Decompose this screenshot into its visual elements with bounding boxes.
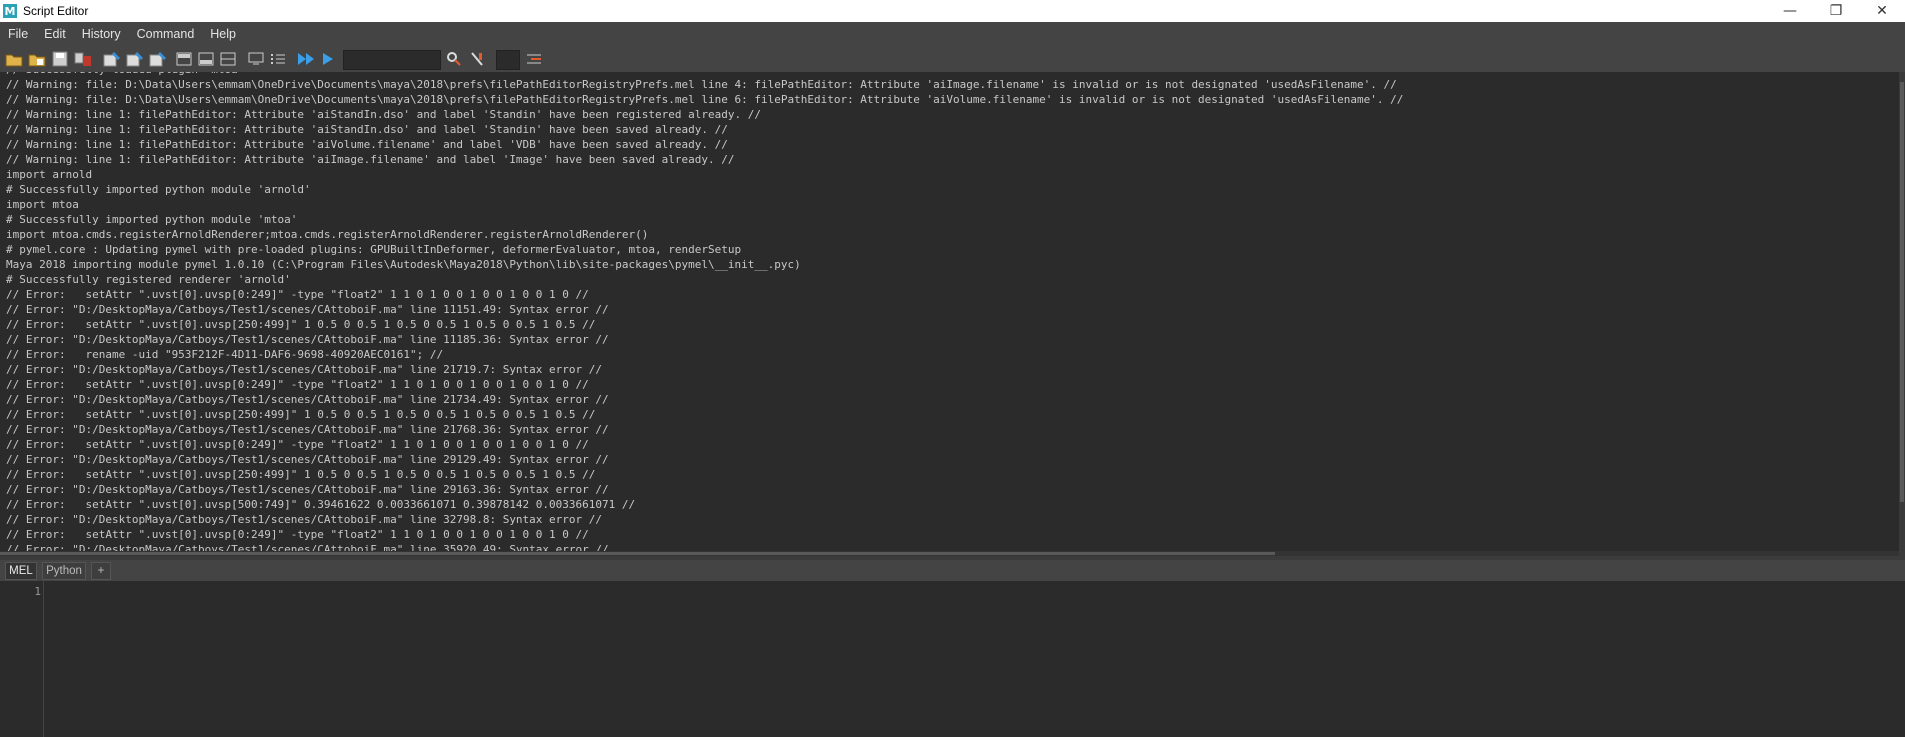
- show-both-icon[interactable]: [218, 49, 238, 69]
- history-line: // Error: setAttr ".uvst[0].uvsp[0:249]"…: [6, 288, 589, 301]
- line-number-gutter: 1: [0, 581, 44, 737]
- tab-python[interactable]: Python: [42, 562, 86, 580]
- save-script-icon[interactable]: [50, 49, 70, 69]
- menu-file[interactable]: File: [0, 22, 36, 46]
- window-controls: — ❐ ✕: [1767, 0, 1905, 22]
- window-title: Script Editor: [23, 4, 89, 18]
- execute-icon[interactable]: [318, 49, 338, 69]
- close-button[interactable]: ✕: [1859, 0, 1905, 22]
- history-line: // Error: "D:/DesktopMaya/Catboys/Test1/…: [6, 393, 609, 406]
- line-numbers-icon[interactable]: [268, 49, 288, 69]
- search-field[interactable]: [343, 50, 441, 70]
- line-number: 1: [34, 585, 41, 598]
- tab-mel[interactable]: MEL: [5, 562, 37, 580]
- clear-history-icon[interactable]: [102, 49, 122, 69]
- maya-logo-icon: M: [3, 4, 17, 18]
- minimize-button[interactable]: —: [1767, 0, 1813, 22]
- goto-line-field[interactable]: [496, 50, 520, 70]
- history-line: // Error: "D:/DesktopMaya/Catboys/Test1/…: [6, 423, 609, 436]
- history-line: // Error: rename -uid "953F212F-4D11-DAF…: [6, 348, 444, 361]
- history-line: // Warning: line 1: filePathEditor: Attr…: [6, 123, 728, 136]
- history-line: // Warning: line 1: filePathEditor: Attr…: [6, 153, 735, 166]
- history-line: // Error: setAttr ".uvst[0].uvsp[250:499…: [6, 318, 596, 331]
- history-line: // Warning: file: D:\Data\Users\emmam\On…: [6, 93, 1404, 106]
- history-output: // Successfully loaded plugin 'mtoa'// W…: [6, 72, 1403, 556]
- save-to-shelf-icon[interactable]: [73, 49, 93, 69]
- scrollbar-thumb[interactable]: [1900, 82, 1904, 502]
- history-line: // Error: "D:/DesktopMaya/Catboys/Test1/…: [6, 333, 609, 346]
- tab-bar: MEL Python +: [0, 560, 1905, 581]
- add-tab-button[interactable]: +: [91, 562, 111, 580]
- history-line: // Warning: line 1: filePathEditor: Attr…: [6, 108, 761, 121]
- history-line: // Error: setAttr ".uvst[0].uvsp[0:249]"…: [6, 378, 589, 391]
- load-script-icon[interactable]: [4, 49, 24, 69]
- history-line: // Error: "D:/DesktopMaya/Catboys/Test1/…: [6, 303, 609, 316]
- history-line: # Successfully imported python module 'm…: [6, 213, 298, 226]
- search-icon[interactable]: [444, 49, 464, 69]
- history-line: // Error: "D:/DesktopMaya/Catboys/Test1/…: [6, 513, 603, 526]
- show-history-only-icon[interactable]: [174, 49, 194, 69]
- scrollbar-thumb[interactable]: [0, 552, 1275, 555]
- clear-input-icon[interactable]: [125, 49, 145, 69]
- history-vertical-scrollbar[interactable]: [1899, 72, 1905, 556]
- menu-command[interactable]: Command: [129, 22, 203, 46]
- menu-bar: File Edit History Command Help: [0, 22, 1905, 46]
- history-line: # Successfully imported python module 'a…: [6, 183, 311, 196]
- history-line: import mtoa: [6, 198, 79, 211]
- history-line: // Error: setAttr ".uvst[0].uvsp[0:249]"…: [6, 438, 589, 451]
- history-line: // Error: setAttr ".uvst[0].uvsp[250:499…: [6, 408, 596, 421]
- history-line: import arnold: [6, 168, 93, 181]
- history-line: // Error: "D:/DesktopMaya/Catboys/Test1/…: [6, 453, 609, 466]
- history-line: # Successfully registered renderer 'arno…: [6, 273, 291, 286]
- menu-history[interactable]: History: [74, 22, 129, 46]
- history-panel[interactable]: // Successfully loaded plugin 'mtoa'// W…: [0, 72, 1905, 556]
- title-bar: M Script Editor — ❐ ✕: [0, 0, 1905, 22]
- history-line: Maya 2018 importing module pymel 1.0.10 …: [6, 258, 801, 271]
- history-line: // Error: setAttr ".uvst[0].uvsp[0:249]"…: [6, 528, 589, 541]
- history-line: // Error: "D:/DesktopMaya/Catboys/Test1/…: [6, 363, 603, 376]
- history-line: import mtoa.cmds.registerArnoldRenderer;…: [6, 228, 649, 241]
- history-line: // Error: setAttr ".uvst[0].uvsp[500:749…: [6, 498, 636, 511]
- history-line: // Error: "D:/DesktopMaya/Catboys/Test1/…: [6, 483, 609, 496]
- execute-all-icon[interactable]: [296, 49, 316, 69]
- menu-edit[interactable]: Edit: [36, 22, 74, 46]
- history-line: # pymel.core : Updating pymel with pre-l…: [6, 243, 742, 256]
- source-script-icon[interactable]: [27, 49, 47, 69]
- show-input-only-icon[interactable]: [196, 49, 216, 69]
- maximize-button[interactable]: ❐: [1813, 0, 1859, 22]
- clear-all-icon[interactable]: [148, 49, 168, 69]
- history-line: // Error: setAttr ".uvst[0].uvsp[250:499…: [6, 468, 596, 481]
- show-tooltip-icon[interactable]: [524, 49, 544, 69]
- echo-commands-icon[interactable]: [246, 49, 266, 69]
- history-line: // Warning: file: D:\Data\Users\emmam\On…: [6, 78, 1397, 91]
- menu-help[interactable]: Help: [202, 22, 244, 46]
- history-line: // Warning: line 1: filePathEditor: Attr…: [6, 138, 728, 151]
- toolbar: [0, 46, 1905, 72]
- script-input-editor[interactable]: 1: [0, 581, 1905, 737]
- go-to-line-icon[interactable]: [467, 49, 487, 69]
